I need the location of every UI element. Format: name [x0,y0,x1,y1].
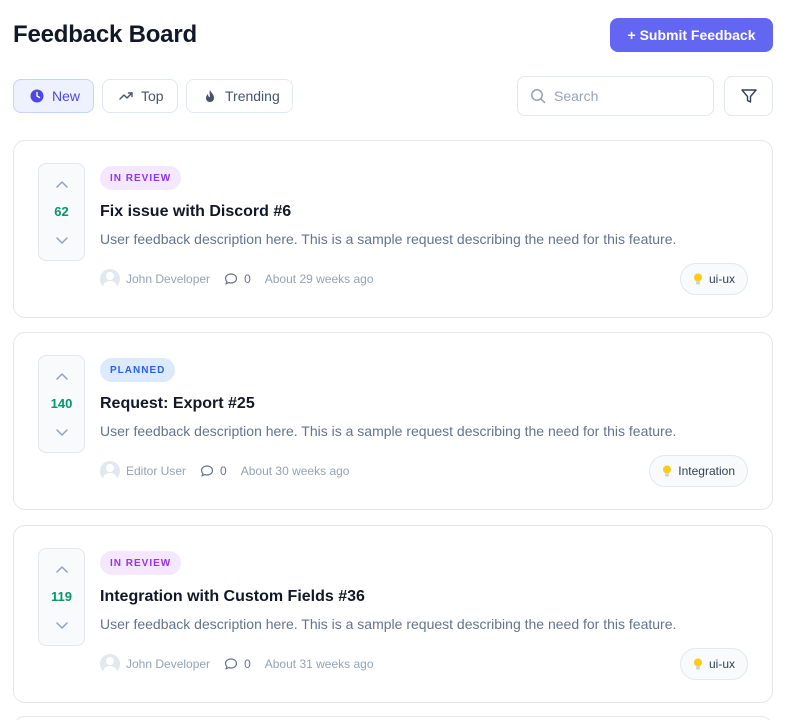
downvote-button[interactable] [39,421,84,445]
downvote-button[interactable] [39,614,84,638]
tab-label: Top [141,88,164,104]
tab-top[interactable]: Top [102,79,178,113]
feedback-description: User feedback description here. This is … [100,231,677,247]
vote-box: 119 [38,548,85,646]
comment-icon [224,657,238,671]
chevron-down-icon [55,622,68,630]
vote-box: 62 [38,163,85,261]
search-input[interactable] [554,88,704,104]
feedback-meta: Editor User 0 About 30 weeks ago [100,460,349,482]
lightbulb-icon [662,465,672,478]
tab-label: New [52,88,81,104]
status-badge: IN REVIEW [100,551,182,575]
chevron-up-icon [55,180,68,188]
avatar [100,461,120,481]
feedback-title[interactable]: Request: Export #25 [100,395,255,413]
comment-count: 0 [244,657,251,671]
feedback-meta: John Developer 0 About 31 weeks ago [100,653,374,675]
vote-count: 62 [54,204,69,219]
tag-label: ui-ux [708,272,735,286]
tab-trending[interactable]: Trending [186,79,293,113]
filter-icon [740,87,758,105]
upvote-button[interactable] [39,364,84,388]
avatar [100,654,120,674]
flame-icon [203,89,217,103]
chevron-down-icon [55,429,68,437]
avatar [100,269,120,289]
chevron-down-icon [55,237,68,245]
search-box [517,76,714,116]
upvote-button[interactable] [39,172,84,196]
timestamp: About 31 weeks ago [264,657,374,671]
tab-new[interactable]: New [13,79,94,113]
chevron-up-icon [55,565,68,573]
timestamp: About 30 weeks ago [240,464,350,478]
feedback-title[interactable]: Integration with Custom Fields #36 [100,588,365,606]
vote-box: 140 [38,355,85,453]
downvote-button[interactable] [39,229,84,253]
feedback-card[interactable]: 140 PLANNED Request: Export #25 User fee… [13,332,773,510]
author-name: Editor User [126,464,187,478]
search-icon [530,88,546,104]
upvote-button[interactable] [39,557,84,581]
status-badge: IN REVIEW [100,166,182,190]
submit-feedback-button[interactable]: + Submit Feedback [610,18,773,52]
lightbulb-icon [693,658,703,671]
timestamp: About 29 weeks ago [264,272,374,286]
feedback-description: User feedback description here. This is … [100,616,677,632]
tag-label: Integration [678,464,735,478]
comment-count: 0 [220,464,227,478]
tag-chip[interactable]: ui-ux [679,648,748,680]
feedback-card-peek [13,716,773,720]
author-name: John Developer [126,657,211,671]
tag-label: ui-ux [708,657,735,671]
toolbar: New Top Trending [13,76,773,116]
vote-count: 119 [51,589,72,604]
page-title: Feedback Board [13,21,197,48]
feedback-title[interactable]: Fix issue with Discord #6 [100,203,291,221]
feedback-meta: John Developer 0 About 29 weeks ago [100,268,374,290]
tag-chip[interactable]: Integration [649,455,748,487]
status-badge: PLANNED [100,358,176,382]
comment-icon [200,464,214,478]
feedback-card[interactable]: 62 IN REVIEW Fix issue with Discord #6 U… [13,140,773,318]
comment-count: 0 [244,272,251,286]
clock-icon [30,89,44,103]
feedback-card[interactable]: 119 IN REVIEW Integration with Custom Fi… [13,525,773,703]
vote-count: 140 [50,396,73,411]
trending-up-icon [119,89,133,103]
chevron-up-icon [55,372,68,380]
filter-button[interactable] [724,76,773,116]
author-name: John Developer [126,272,211,286]
page-header: Feedback Board + Submit Feedback [13,18,773,52]
comment-icon [224,272,238,286]
feedback-description: User feedback description here. This is … [100,423,677,439]
tag-chip[interactable]: ui-ux [679,263,748,295]
lightbulb-icon [693,273,703,286]
tab-label: Trending [225,88,280,104]
